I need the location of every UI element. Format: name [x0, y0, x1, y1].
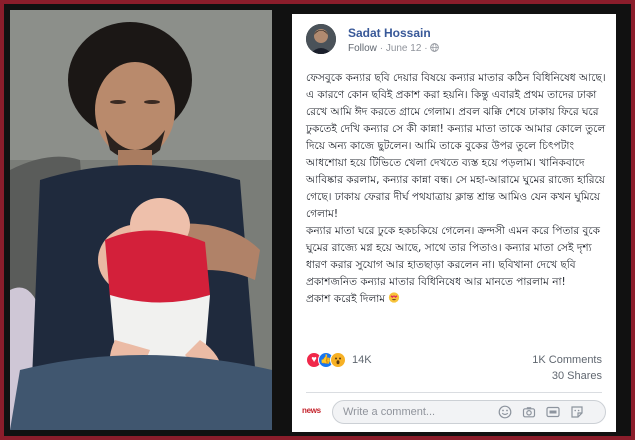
shares-count[interactable]: 30 Shares — [552, 370, 602, 382]
avatar-image — [306, 24, 336, 54]
follow-link[interactable]: Follow — [348, 43, 377, 54]
globe-icon — [430, 43, 440, 52]
camera-icon[interactable] — [522, 405, 536, 419]
facebook-post: Sadat Hossain Follow · June 12 · ফেসবুকে… — [292, 14, 616, 432]
post-paragraph-3: প্রকাশ করেই দিলাম — [306, 291, 606, 308]
meta-separator: · — [379, 43, 384, 54]
post-divider — [306, 392, 602, 393]
post-photo[interactable] — [10, 10, 272, 430]
meta-separator-2: · — [424, 43, 428, 54]
sticker-icon[interactable] — [570, 405, 584, 419]
post-paragraph-2: কন্যার মাতা ঘরে ঢুকে হকচকিয়ে গেলেন। ক্র… — [306, 225, 600, 288]
smiley-icon[interactable] — [498, 405, 512, 419]
wow-face — [335, 357, 341, 364]
news-logo: news — [302, 406, 321, 415]
reaction-count[interactable]: 14K — [352, 354, 372, 366]
comments-count[interactable]: 1K Comments — [532, 354, 602, 366]
father-daughter-photo — [10, 10, 272, 430]
post-meta: Follow · June 12 · — [348, 43, 440, 54]
post-date[interactable]: June 12 — [386, 43, 422, 54]
author-avatar[interactable] — [306, 24, 336, 54]
author-name[interactable]: Sadat Hossain — [348, 26, 431, 40]
comment-input[interactable]: Write a comment... — [332, 400, 606, 424]
post-text: ফেসবুকে কন্যার ছবি দেয়ার বিষয়ে কন্যার … — [306, 70, 606, 308]
heart-eyes-emoji-icon — [389, 292, 400, 303]
post-paragraph-3-text: প্রকাশ করেই দিলাম — [306, 293, 386, 305]
comment-bar: news Write a comment... — [302, 400, 608, 426]
post-paragraph-1: ফেসবুকে কন্যার ছবি দেয়ার বিষয়ে কন্যার … — [306, 72, 606, 220]
wow-reaction-icon — [330, 352, 346, 368]
gif-icon[interactable] — [546, 405, 560, 419]
post-header: Sadat Hossain Follow · June 12 · — [306, 24, 606, 58]
